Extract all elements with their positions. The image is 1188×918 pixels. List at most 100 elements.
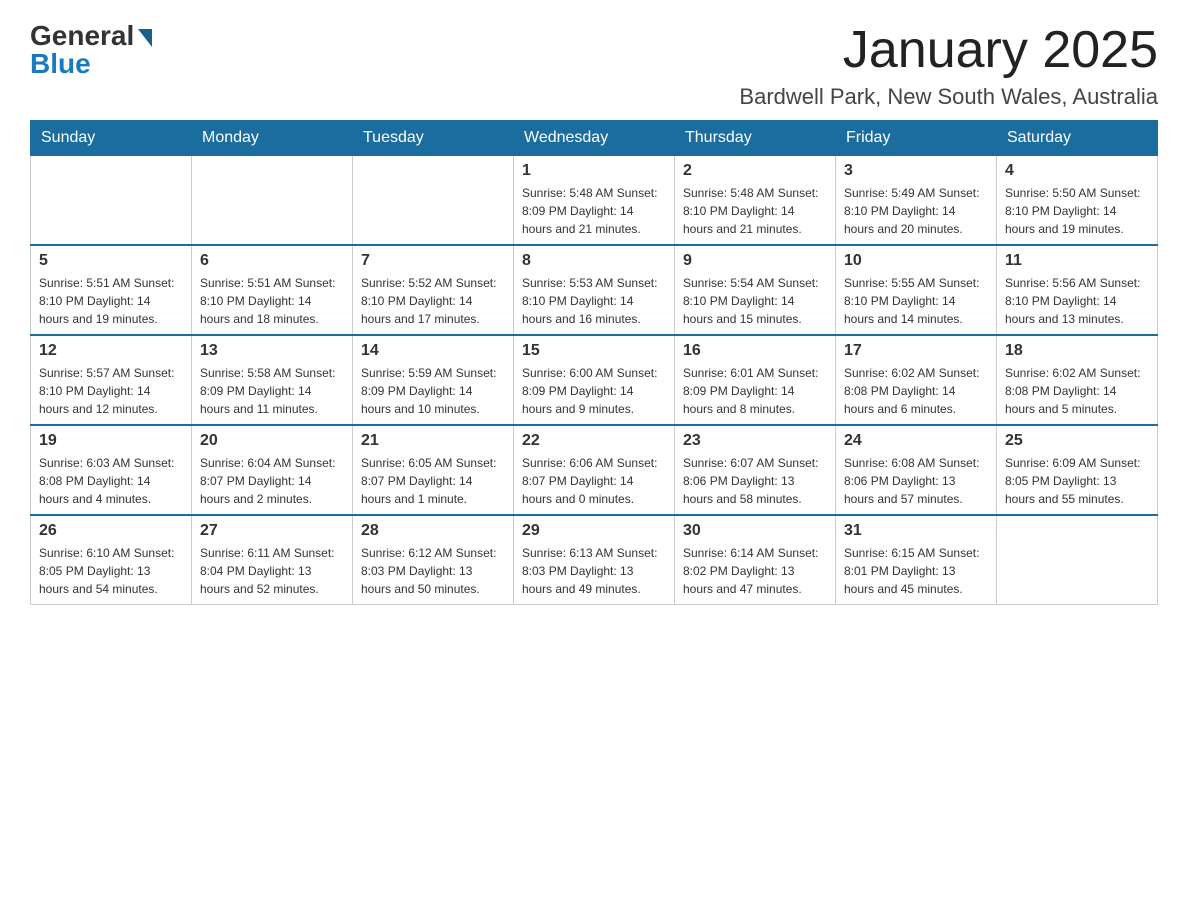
day-number: 21: [361, 432, 505, 450]
calendar-cell: 21 Sunrise: 6:05 AM Sunset: 8:07 PM Dayli…: [353, 425, 514, 515]
logo-blue-text: Blue: [30, 48, 91, 80]
day-number: 18: [1005, 342, 1149, 360]
column-header-thursday: Thursday: [675, 121, 836, 156]
day-number: 4: [1005, 162, 1149, 180]
day-number: 1: [522, 162, 666, 180]
calendar-cell: 31 Sunrise: 6:15 AM Sunset: 8:01 PM Dayli…: [836, 515, 997, 605]
day-info: Sunrise: 5:50 AM Sunset: 8:10 PM Dayligh…: [1005, 184, 1149, 238]
calendar-cell: 29 Sunrise: 6:13 AM Sunset: 8:03 PM Dayli…: [514, 515, 675, 605]
calendar-cell: 24 Sunrise: 6:08 AM Sunset: 8:06 PM Dayli…: [836, 425, 997, 515]
day-info: Sunrise: 6:04 AM Sunset: 8:07 PM Dayligh…: [200, 454, 344, 508]
day-info: Sunrise: 6:02 AM Sunset: 8:08 PM Dayligh…: [1005, 364, 1149, 418]
calendar-cell: 26 Sunrise: 6:10 AM Sunset: 8:05 PM Dayli…: [31, 515, 192, 605]
title-area: January 2025 Bardwell Park, New South Wa…: [739, 20, 1158, 110]
calendar-cell: 5 Sunrise: 5:51 AM Sunset: 8:10 PM Daylig…: [31, 245, 192, 335]
column-header-sunday: Sunday: [31, 121, 192, 156]
day-info: Sunrise: 6:13 AM Sunset: 8:03 PM Dayligh…: [522, 544, 666, 598]
day-number: 13: [200, 342, 344, 360]
calendar-cell: 13 Sunrise: 5:58 AM Sunset: 8:09 PM Dayli…: [192, 335, 353, 425]
day-info: Sunrise: 6:00 AM Sunset: 8:09 PM Dayligh…: [522, 364, 666, 418]
day-info: Sunrise: 6:15 AM Sunset: 8:01 PM Dayligh…: [844, 544, 988, 598]
calendar-cell: 9 Sunrise: 5:54 AM Sunset: 8:10 PM Daylig…: [675, 245, 836, 335]
day-info: Sunrise: 5:51 AM Sunset: 8:10 PM Dayligh…: [39, 274, 183, 328]
day-info: Sunrise: 5:59 AM Sunset: 8:09 PM Dayligh…: [361, 364, 505, 418]
day-number: 24: [844, 432, 988, 450]
header-row: SundayMondayTuesdayWednesdayThursdayFrid…: [31, 121, 1158, 156]
day-info: Sunrise: 6:09 AM Sunset: 8:05 PM Dayligh…: [1005, 454, 1149, 508]
week-row-1: 1Sunrise: 5:48 AM Sunset: 8:09 PM Daylig…: [31, 156, 1158, 246]
calendar-table: SundayMondayTuesdayWednesdayThursdayFrid…: [30, 120, 1158, 605]
header: General Blue January 2025 Bardwell Park,…: [30, 20, 1158, 110]
day-number: 11: [1005, 252, 1149, 270]
day-info: Sunrise: 6:03 AM Sunset: 8:08 PM Dayligh…: [39, 454, 183, 508]
day-info: Sunrise: 5:57 AM Sunset: 8:10 PM Dayligh…: [39, 364, 183, 418]
day-number: 26: [39, 522, 183, 540]
day-number: 2: [683, 162, 827, 180]
day-info: Sunrise: 5:54 AM Sunset: 8:10 PM Dayligh…: [683, 274, 827, 328]
day-info: Sunrise: 6:10 AM Sunset: 8:05 PM Dayligh…: [39, 544, 183, 598]
day-number: 28: [361, 522, 505, 540]
day-number: 9: [683, 252, 827, 270]
calendar-cell: 17Sunrise: 6:02 AM Sunset: 8:08 PM Dayli…: [836, 335, 997, 425]
day-info: Sunrise: 5:58 AM Sunset: 8:09 PM Dayligh…: [200, 364, 344, 418]
day-info: Sunrise: 5:49 AM Sunset: 8:10 PM Dayligh…: [844, 184, 988, 238]
calendar-cell: 2Sunrise: 5:48 AM Sunset: 8:10 PM Daylig…: [675, 156, 836, 246]
day-number: 23: [683, 432, 827, 450]
calendar-cell: 11 Sunrise: 5:56 AM Sunset: 8:10 PM Dayli…: [997, 245, 1158, 335]
day-number: 22: [522, 432, 666, 450]
calendar-cell: 15 Sunrise: 6:00 AM Sunset: 8:09 PM Dayli…: [514, 335, 675, 425]
day-number: 30: [683, 522, 827, 540]
logo: General Blue: [30, 20, 152, 80]
calendar-cell: 25 Sunrise: 6:09 AM Sunset: 8:05 PM Dayli…: [997, 425, 1158, 515]
calendar-cell: 28 Sunrise: 6:12 AM Sunset: 8:03 PM Dayli…: [353, 515, 514, 605]
day-number: 29: [522, 522, 666, 540]
day-number: 16: [683, 342, 827, 360]
day-info: Sunrise: 6:07 AM Sunset: 8:06 PM Dayligh…: [683, 454, 827, 508]
week-row-3: 12Sunrise: 5:57 AM Sunset: 8:10 PM Dayli…: [31, 335, 1158, 425]
calendar-cell: [31, 156, 192, 246]
column-header-monday: Monday: [192, 121, 353, 156]
calendar-cell: 6Sunrise: 5:51 AM Sunset: 8:10 PM Daylig…: [192, 245, 353, 335]
day-number: 25: [1005, 432, 1149, 450]
calendar-cell: 23 Sunrise: 6:07 AM Sunset: 8:06 PM Dayli…: [675, 425, 836, 515]
calendar-cell: [192, 156, 353, 246]
column-header-friday: Friday: [836, 121, 997, 156]
location-title: Bardwell Park, New South Wales, Australi…: [739, 84, 1158, 110]
column-header-tuesday: Tuesday: [353, 121, 514, 156]
calendar-cell: [997, 515, 1158, 605]
calendar-cell: 14 Sunrise: 5:59 AM Sunset: 8:09 PM Dayli…: [353, 335, 514, 425]
calendar-cell: 7Sunrise: 5:52 AM Sunset: 8:10 PM Daylig…: [353, 245, 514, 335]
column-header-saturday: Saturday: [997, 121, 1158, 156]
calendar-cell: 8Sunrise: 5:53 AM Sunset: 8:10 PM Daylig…: [514, 245, 675, 335]
calendar-cell: 19 Sunrise: 6:03 AM Sunset: 8:08 PM Dayli…: [31, 425, 192, 515]
day-number: 19: [39, 432, 183, 450]
day-info: Sunrise: 6:14 AM Sunset: 8:02 PM Dayligh…: [683, 544, 827, 598]
day-info: Sunrise: 5:52 AM Sunset: 8:10 PM Dayligh…: [361, 274, 505, 328]
day-number: 31: [844, 522, 988, 540]
day-info: Sunrise: 5:56 AM Sunset: 8:10 PM Dayligh…: [1005, 274, 1149, 328]
day-number: 15: [522, 342, 666, 360]
calendar-cell: 16 Sunrise: 6:01 AM Sunset: 8:09 PM Dayli…: [675, 335, 836, 425]
day-number: 6: [200, 252, 344, 270]
day-number: 10: [844, 252, 988, 270]
day-info: Sunrise: 6:08 AM Sunset: 8:06 PM Dayligh…: [844, 454, 988, 508]
calendar-cell: 30 Sunrise: 6:14 AM Sunset: 8:02 PM Dayli…: [675, 515, 836, 605]
calendar-cell: 12Sunrise: 5:57 AM Sunset: 8:10 PM Dayli…: [31, 335, 192, 425]
day-number: 20: [200, 432, 344, 450]
calendar-cell: 27Sunrise: 6:11 AM Sunset: 8:04 PM Dayli…: [192, 515, 353, 605]
day-info: Sunrise: 5:53 AM Sunset: 8:10 PM Dayligh…: [522, 274, 666, 328]
day-info: Sunrise: 5:55 AM Sunset: 8:10 PM Dayligh…: [844, 274, 988, 328]
day-number: 14: [361, 342, 505, 360]
calendar-cell: 18 Sunrise: 6:02 AM Sunset: 8:08 PM Dayli…: [997, 335, 1158, 425]
day-number: 5: [39, 252, 183, 270]
day-info: Sunrise: 6:12 AM Sunset: 8:03 PM Dayligh…: [361, 544, 505, 598]
calendar-cell: [353, 156, 514, 246]
week-row-5: 26 Sunrise: 6:10 AM Sunset: 8:05 PM Dayli…: [31, 515, 1158, 605]
day-info: Sunrise: 6:02 AM Sunset: 8:08 PM Dayligh…: [844, 364, 988, 418]
column-header-wednesday: Wednesday: [514, 121, 675, 156]
day-info: Sunrise: 6:01 AM Sunset: 8:09 PM Dayligh…: [683, 364, 827, 418]
day-info: Sunrise: 6:05 AM Sunset: 8:07 PM Dayligh…: [361, 454, 505, 508]
logo-arrow-icon: [138, 29, 152, 47]
calendar-cell: 20 Sunrise: 6:04 AM Sunset: 8:07 PM Dayli…: [192, 425, 353, 515]
week-row-2: 5 Sunrise: 5:51 AM Sunset: 8:10 PM Daylig…: [31, 245, 1158, 335]
